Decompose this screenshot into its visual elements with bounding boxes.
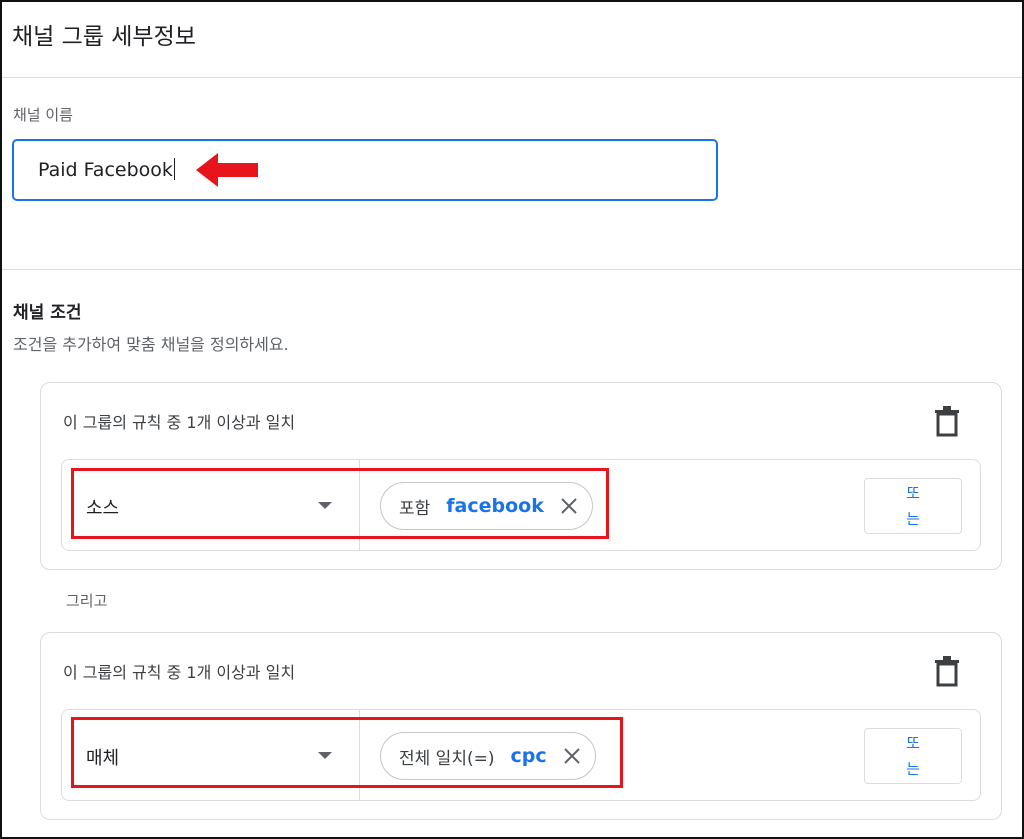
red-arrow-icon [196,153,258,187]
chip-value: cpc [510,745,547,767]
chip-value: facebook [446,495,544,517]
channel-name-input[interactable]: Paid Facebook [12,139,718,201]
and-connector: 그리고 [66,592,108,610]
conditions-description: 조건을 추가하여 맞춤 채널을 정의하세요. [13,335,289,354]
condition-chip[interactable]: 포함 facebook [380,482,593,530]
trash-icon[interactable] [933,655,961,687]
chevron-down-icon [318,502,332,509]
channel-name-label: 채널 이름 [13,106,73,124]
chip-operator: 전체 일치(=) [399,748,495,769]
dimension-select[interactable]: 소스 [62,460,360,550]
or-button[interactable]: 또는 [864,728,962,784]
close-icon[interactable] [563,747,581,765]
channel-name-value: Paid Facebook [38,158,175,181]
group-heading: 이 그룹의 규칙 중 1개 이상과 일치 [63,413,296,432]
rule-row: 매체 전체 일치(=) cpc 또는 [61,709,981,801]
dimension-label: 매체 [86,748,120,769]
chevron-down-icon [318,752,332,759]
page-title: 채널 그룹 세부정보 [12,24,196,50]
chip-operator: 포함 [399,498,431,519]
rule-row: 소스 포함 facebook 또는 [61,459,981,551]
or-button-label: 또는 [906,734,920,778]
group-heading: 이 그룹의 규칙 중 1개 이상과 일치 [63,663,296,682]
condition-group-1: 이 그룹의 규칙 중 1개 이상과 일치 소스 포함 facebook 또는 [40,382,1002,570]
trash-icon[interactable] [933,405,961,437]
or-button[interactable]: 또는 [864,478,962,534]
divider [2,269,1022,270]
condition-group-2: 이 그룹의 규칙 중 1개 이상과 일치 매체 전체 일치(=) cpc 또는 [40,632,1002,820]
conditions-title: 채널 조건 [13,303,82,323]
condition-chip[interactable]: 전체 일치(=) cpc [380,732,596,780]
dimension-select[interactable]: 매체 [62,710,360,800]
dimension-label: 소스 [86,498,120,519]
divider [2,77,1022,78]
text-cursor [173,158,175,180]
or-button-label: 또는 [906,484,920,528]
close-icon[interactable] [560,497,578,515]
